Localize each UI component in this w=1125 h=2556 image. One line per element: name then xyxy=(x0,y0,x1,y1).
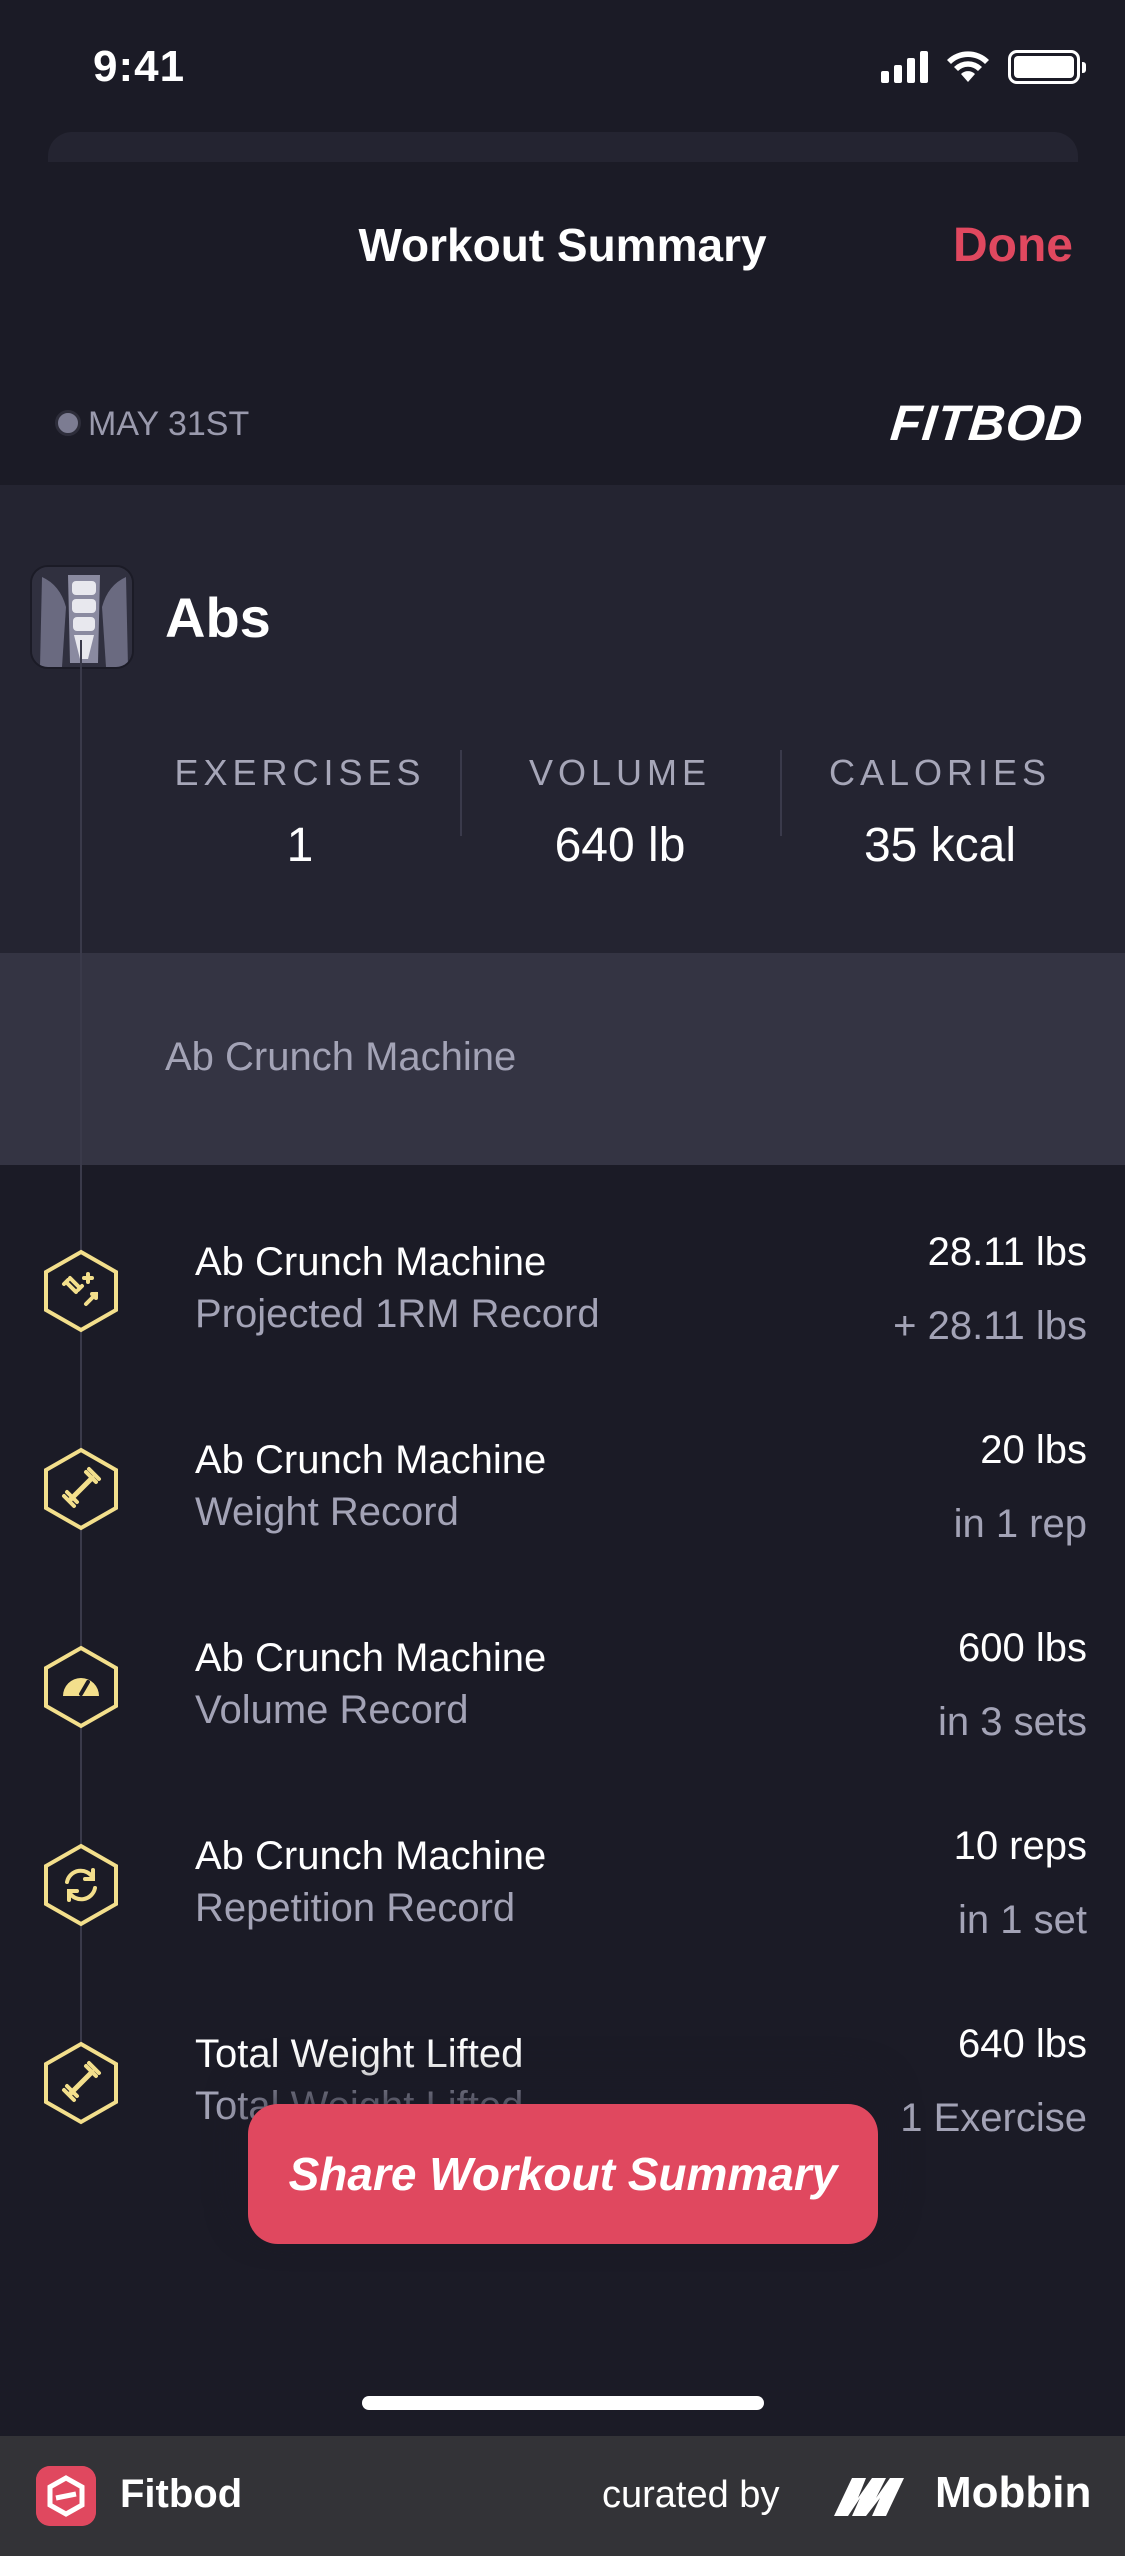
status-bar: 9:41 xyxy=(0,0,1125,140)
record-detail: in 3 sets xyxy=(938,1700,1087,1744)
stat-calories: CALORIES 35 kcal xyxy=(780,750,1100,872)
stat-value: 35 kcal xyxy=(863,819,1017,872)
record-title: Ab Crunch Machine xyxy=(195,1636,547,1680)
repeat-icon xyxy=(44,1843,118,1927)
mobbin-wordmark: Mobbin xyxy=(935,2468,1092,2517)
stat-value: 1 xyxy=(286,819,314,872)
record-value: 600 lbs xyxy=(958,1626,1087,1670)
workout-header-card: Abs EXERCISES 1 VOLUME 640 lb CALORIES 3… xyxy=(0,485,1125,953)
stat-exercises: EXERCISES 1 xyxy=(140,750,460,872)
record-subtitle: Repetition Record xyxy=(195,1886,516,1930)
fitbod-logo: FITBOD xyxy=(887,395,1086,451)
record-subtitle: Projected 1RM Record xyxy=(195,1292,600,1336)
mobbin-footer: Fitbod curated by Mobbin xyxy=(0,2436,1125,2556)
date-row: MAY 31ST FITBOD xyxy=(0,380,1125,485)
home-indicator xyxy=(362,2396,764,2410)
footer-app-name: Fitbod xyxy=(120,2472,243,2516)
stat-label: EXERCISES xyxy=(174,752,426,793)
stat-volume: VOLUME 640 lb xyxy=(460,750,780,872)
done-button[interactable]: Done xyxy=(953,218,1073,273)
record-title: Ab Crunch Machine xyxy=(195,1834,547,1878)
record-row: Ab Crunch Machine Weight Record 20 lbs i… xyxy=(0,1428,1125,1608)
stat-value: 640 lb xyxy=(554,819,686,872)
stat-label: CALORIES xyxy=(828,752,1052,793)
workout-date: MAY 31ST xyxy=(88,405,250,443)
battery-icon xyxy=(1008,50,1086,84)
cellular-signal-icon xyxy=(881,51,928,83)
record-row: Ab Crunch Machine Volume Record 600 lbs … xyxy=(0,1626,1125,1806)
record-title: Total Weight Lifted xyxy=(195,2032,524,2076)
status-icons xyxy=(881,50,1086,84)
share-workout-summary-button[interactable]: Share Workout Summary xyxy=(248,2104,878,2244)
record-value: 10 reps xyxy=(953,1824,1087,1868)
record-value: 28.11 lbs xyxy=(927,1230,1087,1274)
date-dot-icon xyxy=(55,410,81,436)
gauge-icon xyxy=(44,1645,118,1729)
workout-name: Abs xyxy=(165,586,271,649)
mobbin-logo-icon xyxy=(834,2478,904,2516)
share-button-label: Share Workout Summary xyxy=(288,2148,838,2200)
fitbod-app-icon xyxy=(36,2466,96,2526)
status-time: 9:41 xyxy=(93,42,186,91)
exercise-list-item[interactable]: Ab Crunch Machine xyxy=(0,953,1125,1165)
navigation-bar: Workout Summary Done xyxy=(0,190,1125,310)
record-detail: 1 Exercise xyxy=(900,2096,1087,2140)
record-detail: in 1 set xyxy=(958,1898,1087,1942)
curated-by-label: curated by xyxy=(602,2474,780,2516)
record-subtitle: Weight Record xyxy=(195,1490,459,1534)
record-row: Ab Crunch Machine Projected 1RM Record 2… xyxy=(0,1230,1125,1410)
sheet-background-edge xyxy=(48,132,1078,162)
dumbbell-icon xyxy=(44,1447,118,1531)
screen: 9:41 Workout Summary Done MAY 31ST FITBO… xyxy=(0,0,1125,2556)
record-value: 640 lbs xyxy=(958,2022,1087,2066)
projected-1rm-icon xyxy=(44,1249,118,1333)
wifi-icon xyxy=(947,51,989,82)
abs-muscle-icon xyxy=(30,565,134,669)
record-detail: + 28.11 lbs xyxy=(893,1304,1087,1348)
record-subtitle: Volume Record xyxy=(195,1688,469,1732)
record-title: Ab Crunch Machine xyxy=(195,1438,547,1482)
record-title: Ab Crunch Machine xyxy=(195,1240,547,1284)
workout-stats: EXERCISES 1 VOLUME 640 lb CALORIES 35 kc… xyxy=(140,750,1100,872)
record-row: Ab Crunch Machine Repetition Record 10 r… xyxy=(0,1824,1125,2004)
record-value: 20 lbs xyxy=(980,1428,1087,1472)
record-detail: in 1 rep xyxy=(953,1502,1087,1546)
dumbbell-icon xyxy=(44,2041,118,2125)
exercise-name: Ab Crunch Machine xyxy=(165,1035,517,1079)
stat-label: VOLUME xyxy=(528,752,712,793)
